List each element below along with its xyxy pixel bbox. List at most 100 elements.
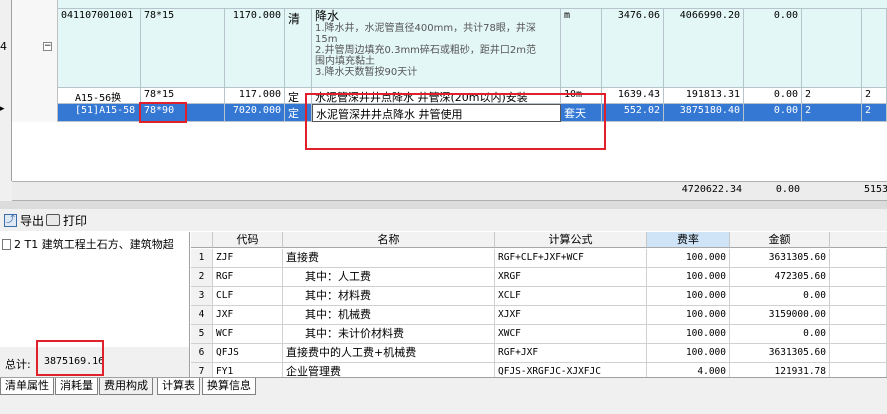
fee-cell-name[interactable]: 其中：未计价材料费	[283, 325, 495, 344]
row-extra: 2	[862, 104, 887, 122]
fee-cell-formula[interactable]: RGF+JXF	[495, 344, 647, 363]
fee-cell-rate[interactable]: 100.000	[647, 287, 730, 306]
fee-cell-code[interactable]: RGF	[213, 268, 283, 287]
export-label: 导出	[20, 213, 45, 228]
fee-cell-code[interactable]: WCF	[213, 325, 283, 344]
fee-cell-formula[interactable]: RGF+CLF+JXF+WCF	[495, 249, 647, 268]
fee-cell-name[interactable]: 其中：机械费	[283, 306, 495, 325]
tree-item[interactable]: 2 T1 建筑工程土石方、建筑物超	[2, 236, 188, 252]
fee-cell-blank[interactable]	[830, 306, 887, 325]
fee-row-index: 3	[191, 287, 213, 306]
row-name-line: 围内填充黏土	[315, 56, 375, 67]
row-spec[interactable]: 78*15	[141, 88, 225, 104]
summary-total: 4720622.34	[681, 184, 742, 195]
row-type: 清	[285, 9, 312, 88]
row-price: 1639.43	[602, 88, 664, 104]
fee-cell-formula[interactable]: XCLF	[495, 287, 647, 306]
export-button[interactable]: ⤴ 导出	[4, 211, 44, 229]
fee-header-code[interactable]: 代码	[213, 232, 283, 248]
row-name-line: 15m	[315, 34, 338, 45]
summary-truncated: 5153	[864, 184, 887, 195]
collapse-toggle-icon[interactable]: −	[43, 42, 52, 51]
bottom-toolbar: ⤴ 导出 打印	[0, 209, 887, 231]
tab-calculation-table[interactable]: 计算表	[157, 378, 200, 395]
fee-cell-name[interactable]: 直接费	[283, 249, 495, 268]
fee-cell-amount[interactable]: 3159000.00	[730, 306, 830, 325]
row-name-line: 2.井管周边填充0.3mm碎石或粗砂，距井口2m范	[315, 45, 537, 56]
fee-cell-formula[interactable]: XWCF	[495, 325, 647, 344]
row-extra: 2	[802, 88, 862, 104]
tab-conversion-info[interactable]: 换算信息	[202, 378, 256, 395]
row-total: 3875180.40	[664, 104, 744, 122]
row-name-editor[interactable]: 水泥管深井井点降水 井管使用	[312, 104, 561, 122]
fee-cell-amount[interactable]: 472305.60	[730, 268, 830, 287]
fee-cell-rate[interactable]: 100.000	[647, 249, 730, 268]
row-spec[interactable]: 78*90	[141, 104, 225, 122]
fee-cell-code[interactable]: CLF	[213, 287, 283, 306]
fee-row-index: 1	[191, 249, 213, 268]
fee-cell-code[interactable]: ZJF	[213, 249, 283, 268]
fee-cell-rate[interactable]: 100.000	[647, 268, 730, 287]
fee-header-rate[interactable]: 费率	[647, 232, 730, 248]
total-label: 总计:	[5, 358, 31, 371]
row-spec[interactable]: 78*15	[141, 9, 225, 88]
row-extra	[862, 9, 887, 88]
fee-header-name[interactable]: 名称	[283, 232, 495, 248]
print-label: 打印	[63, 213, 88, 228]
fee-cell-amount[interactable]: 0.00	[730, 287, 830, 306]
row-code[interactable]: 041107001001	[58, 9, 141, 88]
fee-header-formula[interactable]: 计算公式	[495, 232, 647, 248]
fee-cell-name[interactable]: 其中：人工费	[283, 268, 495, 287]
row-extra	[802, 9, 862, 88]
row-qty[interactable]: 117.000	[225, 88, 285, 104]
fee-header-blank	[830, 232, 887, 248]
row-header-column	[0, 0, 12, 181]
fee-row-index: 2	[191, 268, 213, 287]
tab-bill-properties[interactable]: 清单属性	[0, 378, 54, 395]
row-code-text: A15-56换	[75, 93, 122, 104]
previous-row-edge	[58, 0, 887, 9]
row-price: 3476.06	[602, 9, 664, 88]
tab-consumption[interactable]: 消耗量	[55, 378, 98, 395]
row-total: 191813.31	[664, 88, 744, 104]
fee-cell-amount[interactable]: 3631305.60	[730, 249, 830, 268]
row-name-line: 1.降水井，水泥管直径400mm，共计78眼，井深	[315, 23, 536, 34]
row-qty[interactable]: 7020.000	[225, 104, 285, 122]
tab-cost-composition[interactable]: 费用构成	[99, 378, 153, 395]
row-zero: 0.00	[744, 9, 802, 88]
print-button[interactable]: 打印	[46, 211, 87, 229]
row-code[interactable]: A15-56换	[58, 88, 141, 104]
fee-cell-rate[interactable]: 100.000	[647, 325, 730, 344]
row-name[interactable]: 降水 1.降水井，水泥管直径400mm，共计78眼，井深 15m 2.井管周边填…	[312, 9, 561, 88]
printer-icon	[46, 214, 60, 226]
fee-cell-formula[interactable]: XJXF	[495, 306, 647, 325]
row-name-line: 3.降水天数暂按90天计	[315, 67, 418, 78]
fee-cell-rate[interactable]: 100.000	[647, 344, 730, 363]
row-qty[interactable]: 1170.000	[225, 9, 285, 88]
document-icon	[2, 238, 11, 250]
fee-cell-code[interactable]: QFJS	[213, 344, 283, 363]
row-code[interactable]: [51]A15-58	[58, 104, 141, 122]
splitter[interactable]	[0, 201, 887, 209]
fee-header-amount[interactable]: 金额	[730, 232, 830, 248]
current-row-arrow-icon: ▸	[0, 104, 5, 114]
fee-category-tree: 2 T1 建筑工程土石方、建筑物超 总计: 3875169.16	[0, 232, 190, 377]
fee-cell-blank[interactable]	[830, 325, 887, 344]
fee-cell-rate[interactable]: 100.000	[647, 306, 730, 325]
fee-cell-blank[interactable]	[830, 287, 887, 306]
fee-cell-amount[interactable]: 0.00	[730, 325, 830, 344]
fee-cell-blank[interactable]	[830, 344, 887, 363]
row-unit: 套天	[561, 104, 602, 122]
tree-column	[12, 0, 58, 122]
fee-cell-code[interactable]: JXF	[213, 306, 283, 325]
fee-cell-name[interactable]: 其中：材料费	[283, 287, 495, 306]
fee-cell-blank[interactable]	[830, 249, 887, 268]
fee-cell-name[interactable]: 直接费中的人工费+机械费	[283, 344, 495, 363]
row-extra: 2	[862, 88, 887, 104]
row-name[interactable]: 水泥管深井井点降水 井管深(20m以内)安装	[312, 88, 561, 104]
fee-cell-amount[interactable]: 3631305.60	[730, 344, 830, 363]
fee-cell-blank[interactable]	[830, 268, 887, 287]
fee-cell-formula[interactable]: XRGF	[495, 268, 647, 287]
total-bar: 总计: 3875169.16	[0, 347, 189, 377]
fee-row-index: 5	[191, 325, 213, 344]
